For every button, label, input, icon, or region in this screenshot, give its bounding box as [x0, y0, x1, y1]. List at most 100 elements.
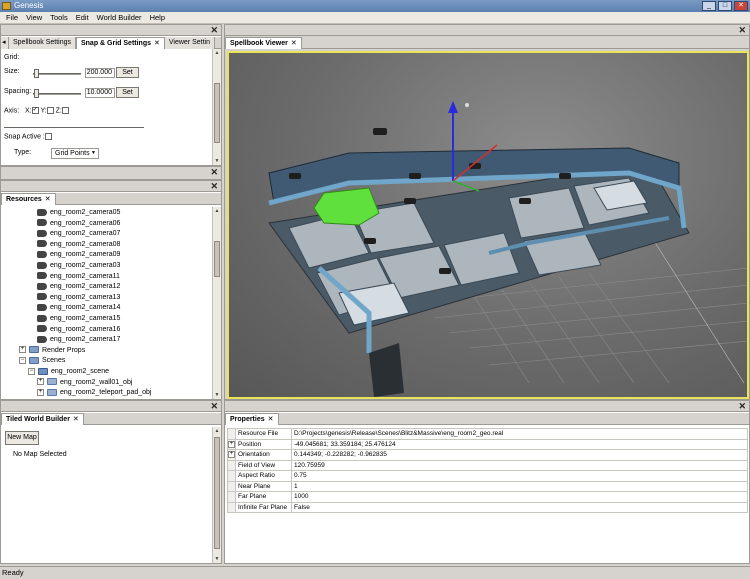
- axis-z-checkbox[interactable]: [61, 107, 69, 114]
- close-icon[interactable]: ✕: [210, 181, 218, 191]
- property-row[interactable]: + Orientation 0.144349; -0.228282; -0.9628…: [227, 449, 748, 461]
- tree-item[interactable]: eng_room2_camera05: [37, 208, 120, 219]
- maximize-button[interactable]: □: [718, 1, 732, 11]
- expand-icon[interactable]: +: [37, 388, 44, 396]
- close-icon[interactable]: ✕: [738, 25, 746, 35]
- tree-item[interactable]: eng_room2_camera08: [37, 240, 120, 251]
- scroll-thumb[interactable]: [214, 83, 220, 143]
- tree-item[interactable]: eng_room2_camera16: [37, 325, 120, 336]
- resources-scrollbar[interactable]: ▲ ▼: [212, 207, 221, 399]
- scroll-up-icon[interactable]: ▲: [213, 427, 221, 435]
- tab-tiled-world-builder[interactable]: Tiled World Builder ✕: [1, 413, 84, 425]
- menu-world-builder[interactable]: World Builder: [93, 12, 146, 23]
- type-dropdown[interactable]: Grid Points ▼: [51, 148, 99, 159]
- tree-item[interactable]: eng_room2_camera03: [37, 261, 120, 272]
- expand-box-icon[interactable]: +: [228, 451, 235, 459]
- property-row[interactable]: Field of View 120.75959: [227, 459, 748, 471]
- size-set-button[interactable]: Set: [116, 67, 139, 78]
- tree-item[interactable]: eng_room2_camera17: [37, 335, 120, 346]
- close-icon[interactable]: ✕: [210, 167, 218, 177]
- tree-item[interactable]: eng_room2_camera09: [37, 250, 120, 261]
- tree-item[interactable]: eng_room2_camera14: [37, 303, 120, 314]
- settings-scrollbar[interactable]: ▲ ▼: [212, 49, 221, 165]
- tree-item[interactable]: + eng_room2_teleport_pad_obj: [37, 388, 151, 399]
- tree-item[interactable]: − eng_room2_scene: [28, 367, 109, 378]
- tree-item[interactable]: eng_room2_camera15: [37, 314, 120, 325]
- tab-close-icon[interactable]: ✕: [291, 40, 297, 47]
- tree-item[interactable]: + eng_room2_wall01_obj: [37, 378, 132, 389]
- scroll-thumb[interactable]: [214, 241, 220, 277]
- property-row[interactable]: Infinite Far Plane False: [227, 501, 748, 513]
- scroll-down-icon[interactable]: ▼: [213, 391, 221, 399]
- property-value[interactable]: 0.144349; -0.228282; -0.962835: [291, 449, 748, 461]
- menu-edit[interactable]: Edit: [72, 12, 93, 23]
- property-row[interactable]: Aspect Ratio 0.75: [227, 470, 748, 482]
- property-value[interactable]: False: [291, 501, 748, 513]
- axis-x-checkbox[interactable]: ✓: [31, 107, 39, 114]
- size-slider-knob[interactable]: [34, 69, 39, 78]
- new-map-button[interactable]: New Map: [5, 431, 39, 445]
- tab-close-icon[interactable]: ✕: [268, 416, 274, 423]
- spacing-input[interactable]: 10.0000: [85, 88, 115, 98]
- tab-resources[interactable]: Resources ✕: [1, 193, 56, 205]
- tab-spellbook-settings[interactable]: Spellbook Settings: [9, 37, 76, 49]
- property-value[interactable]: -49.045681; 33.359184; 25.476124: [291, 438, 748, 450]
- spacing-slider[interactable]: [33, 89, 81, 98]
- snap-active-checkbox[interactable]: [44, 133, 52, 140]
- 3d-viewport[interactable]: [227, 51, 749, 399]
- tab-scroll-left-icon[interactable]: ◂: [1, 37, 9, 49]
- size-input[interactable]: 200.000: [85, 68, 115, 78]
- tab-snap-grid-settings[interactable]: Snap & Grid Settings ✕: [75, 37, 165, 49]
- property-value[interactable]: D:\Projects\genesis\Release\Scenes\Blitz…: [291, 428, 748, 440]
- menu-tools[interactable]: Tools: [46, 12, 72, 23]
- menu-view[interactable]: View: [22, 12, 46, 23]
- spacing-slider-knob[interactable]: [34, 89, 39, 98]
- tab-viewer-settings[interactable]: Viewer Settin: [164, 37, 215, 49]
- collapse-icon[interactable]: −: [28, 367, 35, 375]
- property-row[interactable]: Near Plane 1: [227, 480, 748, 492]
- property-row[interactable]: + Position -49.045681; 33.359184; 25.47612…: [227, 438, 748, 450]
- tab-close-icon[interactable]: ✕: [154, 40, 160, 47]
- scroll-up-icon[interactable]: ▲: [213, 207, 221, 215]
- tab-spellbook-viewer[interactable]: Spellbook Viewer ✕: [225, 37, 302, 49]
- collapse-icon[interactable]: −: [19, 357, 26, 365]
- viewer-tab-row: Spellbook Viewer ✕: [225, 37, 749, 49]
- menu-file[interactable]: File: [2, 12, 22, 23]
- expand-box-icon[interactable]: +: [228, 440, 235, 448]
- expand-icon[interactable]: +: [227, 449, 236, 461]
- minimize-button[interactable]: _: [702, 1, 716, 11]
- tree-item[interactable]: eng_room2_camera13: [37, 293, 120, 304]
- property-row[interactable]: Far Plane 1000: [227, 491, 748, 503]
- tree-item[interactable]: eng_room2_camera06: [37, 219, 120, 230]
- tree-item[interactable]: eng_room2_camera11: [37, 272, 120, 283]
- property-value[interactable]: 1: [291, 480, 748, 492]
- tree-item[interactable]: − Scenes: [19, 356, 65, 367]
- close-icon[interactable]: ✕: [210, 25, 218, 35]
- close-icon[interactable]: ✕: [210, 401, 218, 411]
- tree-item[interactable]: eng_room2_camera12: [37, 282, 120, 293]
- menu-help[interactable]: Help: [146, 12, 169, 23]
- size-slider[interactable]: [33, 69, 81, 78]
- tab-properties[interactable]: Properties ✕: [225, 413, 279, 425]
- spacing-set-button[interactable]: Set: [116, 87, 139, 98]
- close-icon[interactable]: ✕: [738, 401, 746, 411]
- tab-close-icon[interactable]: ✕: [45, 196, 51, 203]
- expand-icon[interactable]: +: [227, 438, 236, 450]
- scroll-down-icon[interactable]: ▼: [213, 555, 221, 563]
- property-value[interactable]: 120.75959: [291, 459, 748, 471]
- scroll-up-icon[interactable]: ▲: [213, 49, 221, 57]
- expand-icon[interactable]: +: [37, 378, 44, 386]
- no-map-selected-text: No Map Selected: [13, 451, 67, 458]
- property-value[interactable]: 0.75: [291, 470, 748, 482]
- axis-y-checkbox[interactable]: [46, 107, 54, 114]
- property-value[interactable]: 1000: [291, 491, 748, 503]
- scroll-down-icon[interactable]: ▼: [213, 157, 221, 165]
- tree-item[interactable]: eng_room2_camera07: [37, 229, 120, 240]
- property-row[interactable]: Resource File D:\Projects\genesis\Release…: [227, 428, 748, 440]
- close-window-button[interactable]: ✕: [734, 1, 748, 11]
- expand-icon[interactable]: +: [19, 346, 26, 354]
- scroll-thumb[interactable]: [214, 437, 220, 549]
- twb-scrollbar[interactable]: ▲ ▼: [212, 427, 221, 563]
- tree-item[interactable]: + Render Props: [19, 346, 85, 357]
- tab-close-icon[interactable]: ✕: [73, 416, 79, 423]
